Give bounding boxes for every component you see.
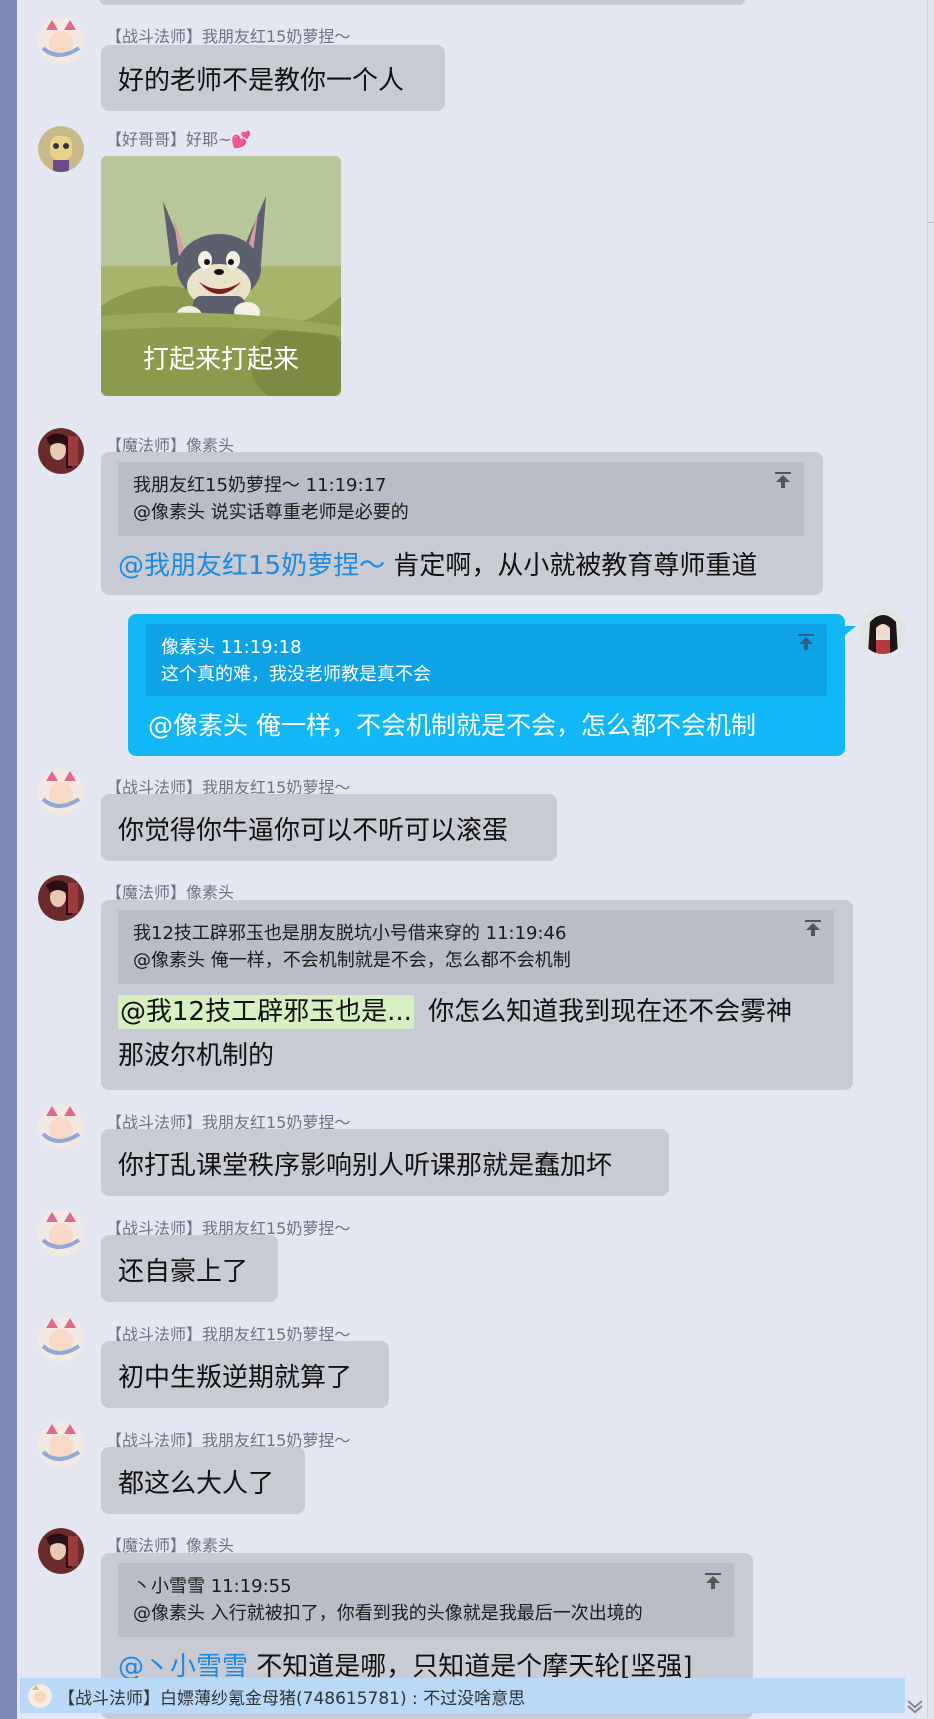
dog-avatar[interactable] xyxy=(38,126,84,172)
girl-avatar[interactable] xyxy=(38,1528,84,1574)
message-text: 好的老师不是教你一个人 xyxy=(118,66,405,96)
cat-avatar[interactable] xyxy=(38,1210,84,1256)
preview-text: 【战斗法师】白嫖薄纱氪金母猪(748615781) : 不过没啥意思 xyxy=(58,1689,526,1709)
self-avatar[interactable] xyxy=(860,608,906,654)
message-bubble[interactable]: 还自豪上了 xyxy=(101,1235,278,1302)
chat-message: 【战斗法师】我朋友红15奶萝捏～ 你打乱课堂秩序影响别人听课那就是蠢加坏 xyxy=(0,1104,920,1200)
message-text: 初中生叛逆期就算了 xyxy=(118,1363,353,1393)
cat-avatar[interactable] xyxy=(38,1422,84,1468)
chat-message: 【战斗法师】我朋友红15奶萝捏～ 初中生叛逆期就算了 xyxy=(0,1316,920,1412)
quote-text: @像素头 俺一样，不会机制就是不会，怎么都不会机制 xyxy=(133,950,571,971)
cat-avatar[interactable] xyxy=(38,769,84,815)
chat-message: 【战斗法师】我朋友红15奶萝捏～ 还自豪上了 xyxy=(0,1210,920,1306)
scrollbar[interactable] xyxy=(927,0,934,1719)
chat-message-self: 像素头 11:19:18 这个真的难，我没老师教是真不会 @像素头 俺一样，不会… xyxy=(0,608,920,758)
quote-title: 丶小雪雪 11:19:55 xyxy=(133,1576,292,1597)
quote-text: @像素头 入行就被扣了，你看到我的头像就是我最后一次出境的 xyxy=(133,1603,643,1624)
mention-link[interactable]: @我12技工辟邪玉也是... xyxy=(118,995,414,1029)
message-bubble[interactable]: 好的老师不是教你一个人 xyxy=(101,45,445,111)
jump-to-quote-icon[interactable] xyxy=(703,1571,723,1591)
mention-link[interactable]: @我朋友红15奶萝捏～ xyxy=(118,551,385,581)
quoted-reply[interactable]: 丶小雪雪 11:19:55 @像素头 入行就被扣了，你看到我的头像就是我最后一次… xyxy=(118,1563,734,1637)
message-text: @像素头 俺一样，不会机制就是不会，怎么都不会机制 xyxy=(148,711,756,740)
message-text: 你打乱课堂秩序影响别人听课那就是蠢加坏 xyxy=(118,1151,613,1181)
quote-title: 像素头 11:19:18 xyxy=(161,637,302,658)
quote-title: 我12技工辟邪玉也是朋友脱坑小号借来穿的 11:19:46 xyxy=(133,923,567,944)
jump-to-quote-icon[interactable] xyxy=(796,632,816,652)
quote-text: @像素头 说实话尊重老师是必要的 xyxy=(133,502,409,523)
quoted-reply[interactable]: 我12技工辟邪玉也是朋友脱坑小号借来穿的 11:19:46 @像素头 俺一样，不… xyxy=(118,910,834,984)
message-text: 还自豪上了 xyxy=(118,1257,249,1287)
chat-message: 【魔法师】像素头 我12技工辟邪玉也是朋友脱坑小号借来穿的 11:19:46 @… xyxy=(0,875,920,1095)
message-bubble[interactable]: 你打乱课堂秩序影响别人听课那就是蠢加坏 xyxy=(101,1129,669,1196)
cat-avatar[interactable] xyxy=(38,18,84,64)
tom-cat-sticker[interactable]: 打起来打起来 xyxy=(101,156,341,396)
message-bubble[interactable]: 都这么大人了 xyxy=(101,1447,305,1514)
quote-text: 这个真的难，我没老师教是真不会 xyxy=(161,664,431,685)
chat-message: 【战斗法师】我朋友红15奶萝捏～ 都这么大人了 xyxy=(0,1422,920,1518)
message-text: @我朋友红15奶萝捏～ 肯定啊，从小就被教育尊师重道 xyxy=(118,551,758,581)
previous-message-bubble xyxy=(100,0,745,5)
message-text: 都这么大人了 xyxy=(118,1469,275,1499)
quote-title: 我朋友红15奶萝捏～ 11:19:17 xyxy=(133,475,387,496)
message-bubble[interactable]: 我朋友红15奶萝捏～ 11:19:17 @像素头 说实话尊重老师是必要的 @我朋… xyxy=(101,452,823,595)
chat-message: 【战斗法师】我朋友红15奶萝捏～ 你觉得你牛逼你可以不听可以滚蛋 xyxy=(0,769,920,865)
sender-name[interactable]: 【战斗法师】我朋友红15奶萝捏～ xyxy=(106,23,350,47)
preview-avatar xyxy=(28,1684,52,1708)
girl-avatar[interactable] xyxy=(38,875,84,921)
message-bubble[interactable]: 你觉得你牛逼你可以不听可以滚蛋 xyxy=(101,794,557,861)
message-bubble[interactable]: 初中生叛逆期就算了 xyxy=(101,1341,389,1408)
message-text: 你觉得你牛逼你可以不听可以滚蛋 xyxy=(118,816,509,846)
girl-avatar[interactable] xyxy=(38,428,84,474)
message-text: @我12技工辟邪玉也是... 你怎么知道我到现在还不会雾神 那波尔机制的 xyxy=(118,995,793,1071)
jump-to-quote-icon[interactable] xyxy=(773,470,793,490)
chat-message: 【好哥哥】好耶~💕 打起来打起来 xyxy=(0,126,920,406)
quoted-reply[interactable]: 像素头 11:19:18 这个真的难，我没老师教是真不会 xyxy=(146,624,827,696)
chat-message: 【战斗法师】我朋友红15奶萝捏～ 好的老师不是教你一个人 xyxy=(0,18,920,114)
sticker-caption: 打起来打起来 xyxy=(143,345,299,375)
new-message-preview-bar[interactable]: 【战斗法师】白嫖薄纱氪金母猪(748615781) : 不过没啥意思 xyxy=(20,1678,905,1713)
cat-avatar[interactable] xyxy=(38,1104,84,1150)
sender-name[interactable]: 【好哥哥】好耶~💕 xyxy=(106,126,251,150)
chat-message: 【魔法师】像素头 我朋友红15奶萝捏～ 11:19:17 @像素头 说实话尊重老… xyxy=(0,428,920,598)
scroll-to-bottom-icon[interactable] xyxy=(905,1695,925,1715)
message-bubble[interactable]: 我12技工辟邪玉也是朋友脱坑小号借来穿的 11:19:46 @像素头 俺一样，不… xyxy=(101,900,853,1090)
quoted-reply[interactable]: 我朋友红15奶萝捏～ 11:19:17 @像素头 说实话尊重老师是必要的 xyxy=(118,462,804,536)
jump-to-quote-icon[interactable] xyxy=(803,918,823,938)
cat-avatar[interactable] xyxy=(38,1316,84,1362)
message-bubble[interactable]: 像素头 11:19:18 这个真的难，我没老师教是真不会 @像素头 俺一样，不会… xyxy=(128,614,845,756)
